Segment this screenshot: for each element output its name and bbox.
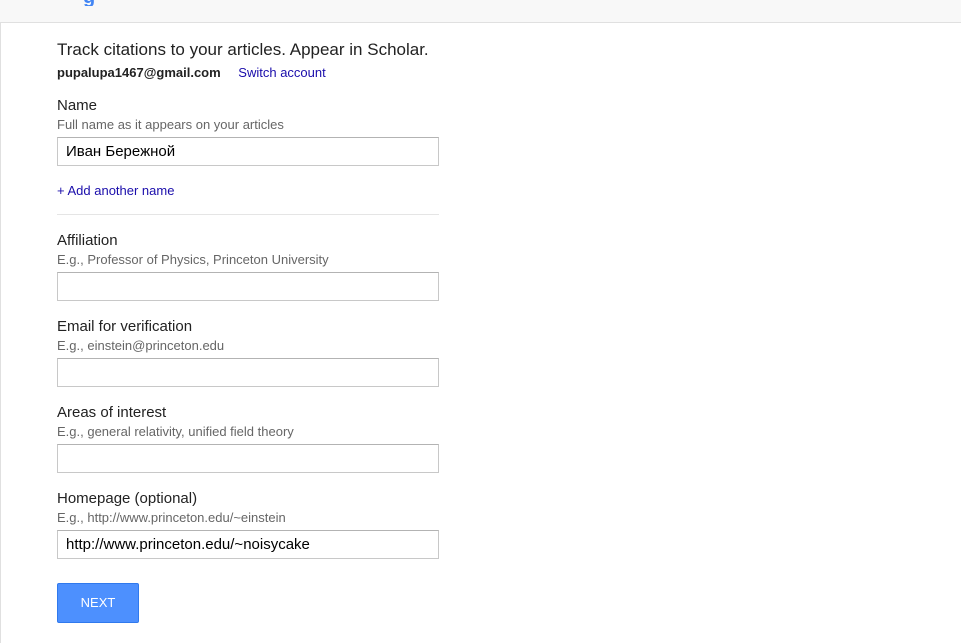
- verification-email-hint: E.g., einstein@princeton.edu: [57, 338, 225, 353]
- verification-email-input[interactable]: [57, 358, 439, 387]
- areas-of-interest-hint: E.g., general relativity, unified field …: [57, 424, 294, 439]
- verification-email-label: Email for verification: [57, 318, 193, 335]
- homepage-hint: E.g., http://www.princeton.edu/~einstein: [57, 510, 286, 525]
- next-button[interactable]: NEXT: [57, 583, 139, 623]
- page-headline: Track citations to your articles. Appear…: [57, 40, 429, 59]
- switch-account-link[interactable]: Switch account: [238, 65, 325, 80]
- affiliation-hint: E.g., Professor of Physics, Princeton Un…: [57, 252, 329, 267]
- name-hint: Full name as it appears on your articles: [57, 117, 284, 132]
- add-another-name-link[interactable]: + Add another name: [57, 183, 174, 198]
- account-email: pupalupa1467@gmail.com: [57, 65, 221, 80]
- account-row: pupalupa1467@gmail.com Switch account: [57, 65, 326, 80]
- top-bar: g: [0, 0, 961, 23]
- scholar-logo: g: [83, 0, 123, 6]
- homepage-label: Homepage (optional): [57, 490, 198, 507]
- affiliation-input[interactable]: [57, 272, 439, 301]
- affiliation-label: Affiliation: [57, 232, 118, 249]
- homepage-input[interactable]: [57, 530, 439, 559]
- name-label: Name: [57, 97, 98, 114]
- areas-of-interest-label: Areas of interest: [57, 404, 167, 421]
- name-input[interactable]: [57, 137, 439, 166]
- section-divider: [57, 214, 439, 215]
- areas-of-interest-input[interactable]: [57, 444, 439, 473]
